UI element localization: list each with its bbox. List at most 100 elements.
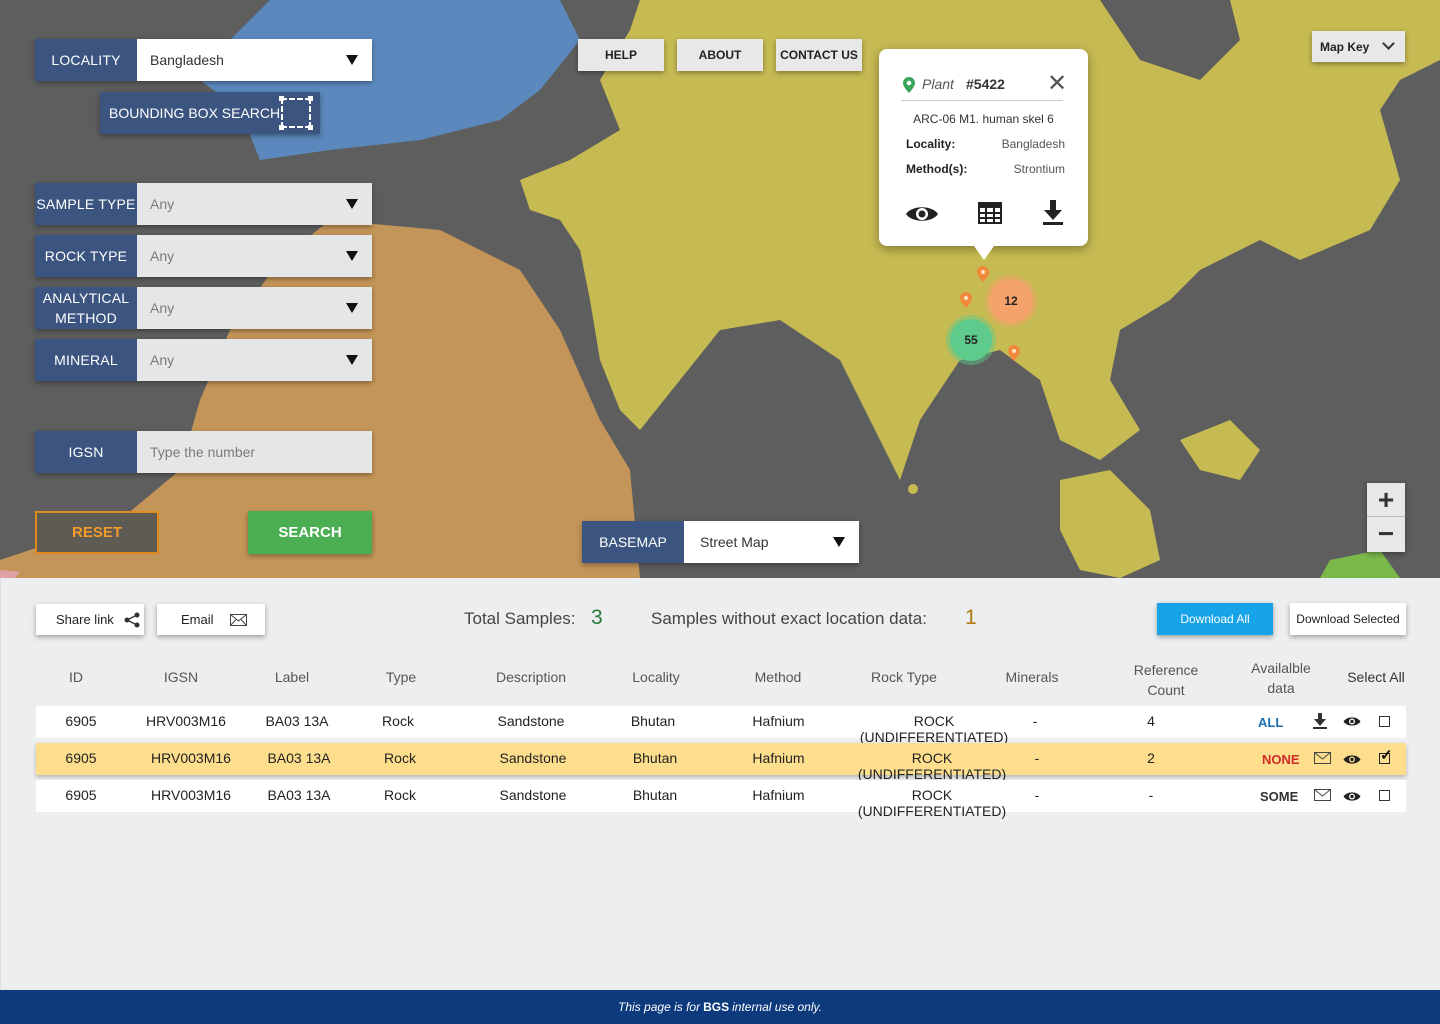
rock-type-select[interactable]: Any: [137, 235, 372, 277]
sample-type-select[interactable]: Any: [137, 183, 372, 225]
mineral-filter[interactable]: MINERAL Any: [35, 339, 372, 381]
cell-locality: Bhutan: [632, 750, 678, 766]
col-header-id[interactable]: ID: [56, 667, 96, 687]
cell-description: Sandstone: [497, 713, 565, 729]
contact-us-button[interactable]: CONTACT US: [776, 39, 862, 71]
table-icon[interactable]: [978, 202, 1002, 224]
table-row[interactable]: 6905 HRV003M16 BA03 13A Rock Sandstone B…: [36, 706, 1406, 745]
col-header-minerals[interactable]: Minerals: [991, 667, 1073, 687]
locality-filter[interactable]: LOCALITY Bangladesh: [35, 39, 372, 81]
footer-text-post: internal use only.: [732, 1000, 822, 1014]
bounding-box-search-button[interactable]: BOUNDING BOX SEARCH: [100, 92, 320, 134]
col-header-description[interactable]: Description: [471, 667, 591, 687]
select-all-toggle[interactable]: Select All: [1341, 667, 1411, 687]
popup-actions: [905, 199, 1065, 229]
footer: This page is for BGS internal use only.: [0, 990, 1440, 1024]
available-data-status: SOME: [1260, 789, 1299, 804]
search-button[interactable]: SEARCH: [248, 511, 372, 554]
col-header-reference-count[interactable]: Reference Count: [1121, 660, 1211, 700]
map-marker-icon[interactable]: [960, 292, 972, 308]
reset-button[interactable]: RESET: [35, 511, 159, 554]
col-header-igsn[interactable]: IGSN: [141, 667, 221, 687]
map-key-button[interactable]: Map Key: [1312, 31, 1405, 62]
rock-type-filter[interactable]: ROCK TYPE Any: [35, 235, 372, 277]
close-icon[interactable]: ✕: [1047, 72, 1067, 96]
row-select-checkbox[interactable]: [1379, 790, 1390, 801]
dropdown-arrow-icon: [346, 355, 358, 365]
bounding-box-icon: [279, 96, 313, 130]
download-selected-button[interactable]: Download Selected: [1290, 603, 1406, 635]
cell-id: 6905: [65, 713, 97, 729]
basemap-select[interactable]: Street Map: [684, 521, 859, 563]
map-view[interactable]: LOCALITY Bangladesh BOUNDING BOX SEARCH …: [0, 0, 1440, 578]
share-link-label: Share link: [56, 612, 114, 627]
mail-icon[interactable]: [1314, 752, 1331, 764]
popup-locality-value: Bangladesh: [1001, 137, 1065, 151]
email-button[interactable]: Email: [157, 604, 265, 635]
locality-select[interactable]: Bangladesh: [137, 39, 372, 81]
location-pin-icon: [903, 77, 915, 93]
cluster-marker[interactable]: 55: [950, 319, 992, 361]
igsn-label: IGSN: [35, 431, 137, 473]
share-icon: [124, 612, 140, 627]
zoom-out-button[interactable]: −: [1367, 517, 1405, 551]
col-header-rock-type[interactable]: Rock Type: [844, 667, 964, 687]
cell-reference-count: 2: [1147, 750, 1155, 766]
download-icon[interactable]: [1042, 200, 1064, 226]
zoom-in-button[interactable]: +: [1367, 483, 1405, 517]
total-samples-label: Total Samples:: [464, 609, 576, 628]
basemap-label: BASEMAP: [582, 521, 684, 563]
eye-icon[interactable]: [1343, 716, 1361, 727]
footer-brand: BGS: [703, 1000, 730, 1014]
download-icon[interactable]: [1313, 713, 1327, 730]
cell-id: 6905: [65, 750, 97, 766]
table-row-selected[interactable]: 6905 HRV003M16 BA03 13A Rock Sandstone B…: [36, 743, 1406, 782]
cell-rock-type: ROCK (UNDIFFERENTIATED): [859, 713, 1009, 745]
map-marker-icon[interactable]: [977, 266, 989, 282]
map-marker-icon[interactable]: [1008, 345, 1020, 361]
col-header-method[interactable]: Method: [733, 667, 823, 687]
sample-type-label: SAMPLE TYPE: [35, 183, 137, 225]
igsn-input[interactable]: Type the number: [137, 431, 372, 473]
cell-minerals: -: [1032, 713, 1038, 729]
about-button[interactable]: ABOUT: [677, 39, 763, 71]
dropdown-arrow-icon: [346, 55, 358, 65]
checkmark-icon: ✓: [1380, 747, 1393, 764]
eye-icon[interactable]: [1343, 791, 1361, 802]
share-link-button[interactable]: Share link: [36, 604, 144, 635]
cell-method: Hafnium: [752, 750, 805, 766]
cell-type: Rock: [382, 713, 414, 729]
cell-type: Rock: [384, 750, 416, 766]
col-header-type[interactable]: Type: [361, 667, 441, 687]
sample-type-filter[interactable]: SAMPLE TYPE Any: [35, 183, 372, 225]
cell-reference-count: -: [1148, 787, 1154, 803]
zoom-control[interactable]: + −: [1367, 483, 1405, 552]
help-button[interactable]: HELP: [578, 39, 664, 71]
locality-value: Bangladesh: [150, 52, 224, 68]
cell-minerals: -: [1034, 787, 1040, 803]
mail-icon[interactable]: [1314, 789, 1331, 801]
eye-icon[interactable]: [905, 204, 939, 224]
mineral-select[interactable]: Any: [137, 339, 372, 381]
email-label: Email: [181, 612, 214, 627]
basemap-selector[interactable]: BASEMAP Street Map: [582, 521, 859, 563]
analytical-method-filter[interactable]: ANALYTICAL METHOD Any: [35, 287, 372, 329]
total-samples-value: 3: [591, 606, 603, 629]
cell-minerals: -: [1034, 750, 1040, 766]
col-header-locality[interactable]: Locality: [611, 667, 701, 687]
table-row[interactable]: 6905 HRV003M16 BA03 13A Rock Sandstone B…: [36, 780, 1406, 819]
download-all-button[interactable]: Download All: [1157, 603, 1273, 635]
eye-icon[interactable]: [1343, 754, 1361, 765]
cell-locality: Bhutan: [630, 713, 676, 729]
cluster-marker[interactable]: 12: [989, 279, 1033, 323]
row-select-checkbox[interactable]: [1379, 716, 1390, 727]
igsn-filter[interactable]: IGSN Type the number: [35, 431, 372, 473]
col-header-label[interactable]: Label: [252, 667, 332, 687]
cell-igsn: HRV003M16: [151, 787, 231, 803]
footer-text-pre: This page is for: [618, 1000, 701, 1014]
basemap-value: Street Map: [700, 534, 769, 550]
dropdown-arrow-icon: [833, 537, 845, 547]
col-header-available-data[interactable]: Availalble data: [1241, 658, 1321, 698]
analytical-method-select[interactable]: Any: [137, 287, 372, 329]
results-panel: Share link Email Total Samples: 3 Sample…: [0, 578, 1440, 990]
